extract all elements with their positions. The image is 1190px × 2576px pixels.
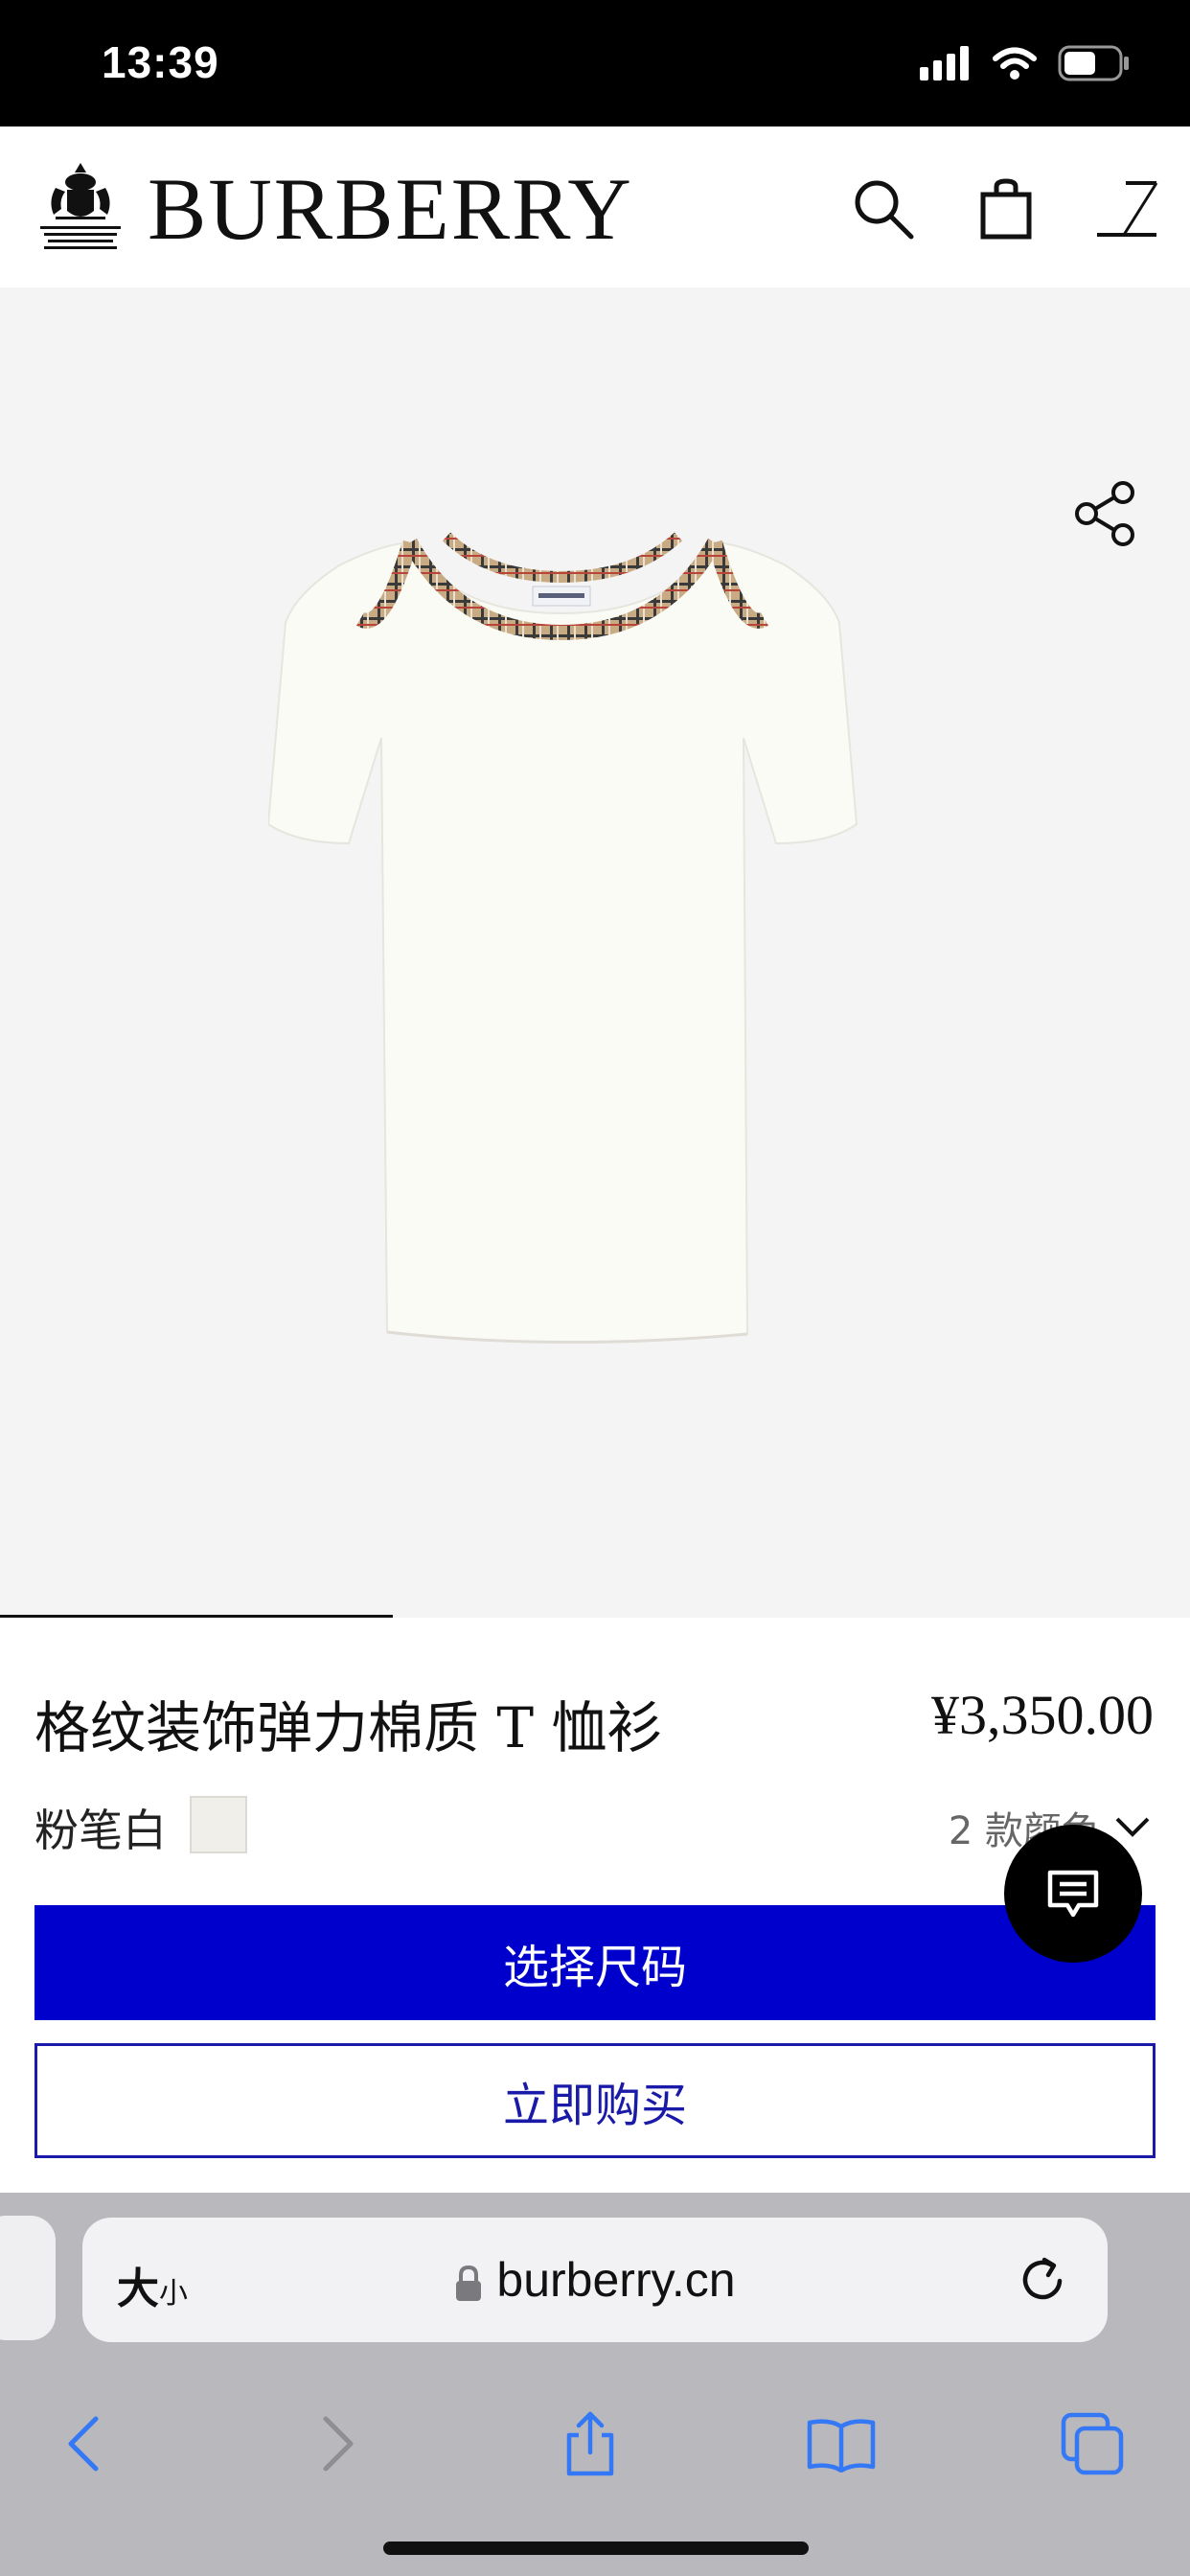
book-icon [807,2419,876,2472]
buy-now-button[interactable]: 立即购买 [34,2043,1156,2158]
forward-button[interactable] [301,2405,378,2482]
tabs-button[interactable] [1054,2405,1131,2482]
bookmarks-button[interactable] [803,2405,880,2482]
reload-icon[interactable] [1018,2254,1069,2306]
tabs-icon [1061,2412,1124,2475]
back-button[interactable] [44,2405,121,2482]
previous-tab-preview[interactable] [0,2216,56,2340]
site-header: BURBERRY [0,126,1190,288]
menu-icon [1097,181,1158,237]
browser-toolbar: 大小 burberry.cn [0,2193,1190,2576]
brand-logo-wordmark[interactable]: BURBERRY [148,161,633,257]
chat-message-icon [1047,1870,1099,1918]
lock-icon [456,2265,482,2301]
share-up-icon [566,2411,614,2476]
share-sheet-button[interactable] [552,2405,629,2482]
selected-color-name: 粉笔白 [34,1805,167,1856]
status-icons [920,42,1131,84]
home-indicator [383,2542,809,2555]
select-size-button[interactable]: 选择尺码 [34,1905,1156,2020]
product-image-tshirt [268,532,858,1345]
product-info: 格纹装饰弹力棉质 T 恤衫 ¥3,350.00 粉笔白 2 款颜色 选择尺码 立… [0,1618,1190,2193]
search-icon [855,180,914,240]
address-bar[interactable]: 大小 burberry.cn [82,2218,1108,2342]
chevron-left-icon [68,2416,99,2472]
status-time: 13:39 [102,37,219,87]
product-title: 格纹装饰弹力棉质 T 恤衫 [34,1695,663,1760]
url-display[interactable]: burberry.cn [82,2252,1108,2308]
share-icon [1075,481,1134,546]
chevron-down-icon [1115,1817,1150,1837]
share-button[interactable] [1071,479,1140,548]
shopping-bag-icon [980,178,1032,240]
shopping-bag-button[interactable] [970,172,1042,245]
url-text: burberry.cn [496,2253,736,2307]
royal-warrant-crest-logo[interactable] [34,159,126,255]
battery-icon [1058,45,1129,81]
product-image-carousel[interactable] [0,288,1190,1618]
status-bar: 13:39 [0,0,1190,126]
wifi-icon [993,47,1037,80]
cellular-signal-icon [920,46,969,80]
chat-button[interactable] [1004,1825,1142,1963]
color-swatch[interactable] [190,1796,247,1853]
search-button[interactable] [847,172,920,245]
menu-button[interactable] [1090,172,1163,245]
product-price: ¥3,350.00 [931,1684,1154,1746]
chevron-right-icon [323,2416,354,2472]
